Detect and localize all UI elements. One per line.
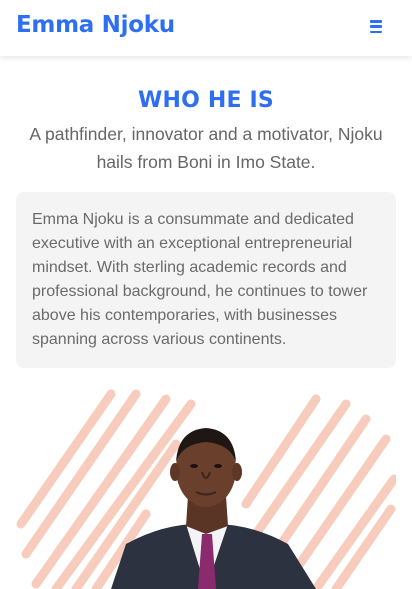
- bio-card: Emma Njoku is a consummate and dedicated…: [16, 192, 396, 368]
- portrait-illustration: [16, 389, 396, 589]
- navbar: Emma Njoku: [0, 0, 412, 56]
- hamburger-menu-icon: [370, 20, 382, 23]
- portrait-image: [16, 384, 396, 589]
- hamburger-menu-button[interactable]: [366, 19, 386, 37]
- bio-text: Emma Njoku is a consummate and dedicated…: [32, 211, 368, 348]
- section-heading: WHO HE IS: [138, 88, 274, 113]
- brand-logo-link[interactable]: Emma Njoku: [16, 12, 175, 38]
- tagline: A pathfinder, innovator and a motivator,…: [29, 124, 383, 172]
